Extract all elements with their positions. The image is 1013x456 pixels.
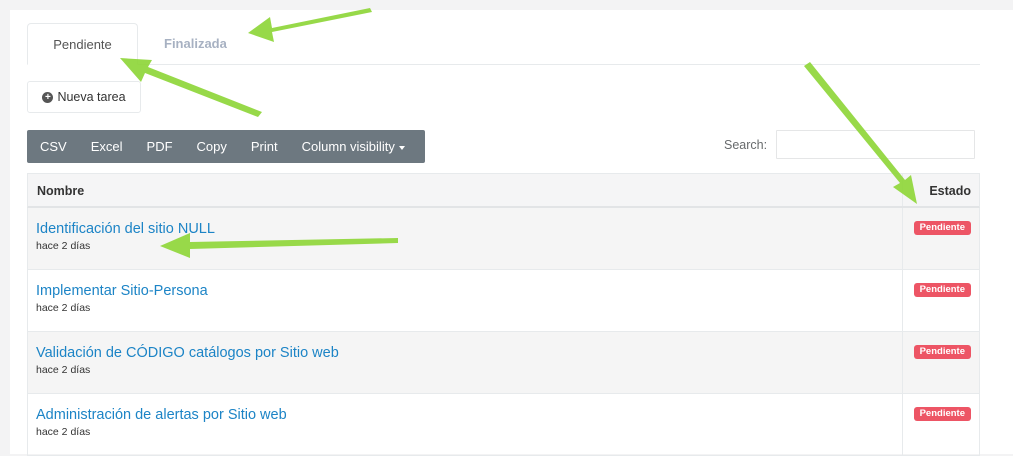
copy-button[interactable]: Copy — [185, 130, 239, 163]
task-link[interactable]: Implementar Sitio-Persona — [36, 283, 208, 299]
status-badge: Pendiente — [913, 283, 971, 297]
task-time: hace 2 días — [36, 364, 91, 376]
status-badge: Pendiente — [913, 221, 971, 235]
task-time: hace 2 días — [36, 426, 91, 438]
task-link[interactable]: Validación de CÓDIGO catálogos por Sitio… — [36, 345, 339, 361]
table-row: Administración de alertas por Sitio web … — [27, 394, 980, 456]
new-task-button[interactable]: + Nueva tarea — [27, 81, 141, 113]
caret-down-icon — [398, 145, 405, 150]
task-link[interactable]: Administración de alertas por Sitio web — [36, 407, 287, 423]
column-divider — [902, 394, 903, 455]
table-row: Implementar Sitio-Persona hace 2 días Pe… — [27, 270, 980, 332]
task-link[interactable]: Identificación del sitio NULL — [36, 221, 215, 237]
content-panel: Pendiente Finalizada + Nueva tarea CSV E… — [10, 10, 1013, 456]
print-button[interactable]: Print — [239, 130, 290, 163]
column-divider — [902, 174, 903, 206]
export-toolbar: CSV Excel PDF Copy Print Column visibili… — [27, 130, 425, 163]
column-divider — [902, 270, 903, 331]
plus-circle-icon: + — [42, 91, 54, 103]
status-badge: Pendiente — [913, 345, 971, 359]
status-badge: Pendiente — [913, 407, 971, 421]
table-row: Identificación del sitio NULL hace 2 día… — [27, 208, 980, 270]
csv-button[interactable]: CSV — [27, 130, 79, 163]
pdf-button[interactable]: PDF — [135, 130, 185, 163]
column-divider — [902, 332, 903, 393]
column-divider — [902, 208, 903, 269]
tasks-table: Nombre Estado Identificación del sitio N… — [27, 173, 980, 456]
tab-finalizada[interactable]: Finalizada — [138, 23, 253, 64]
new-task-label: Nueva tarea — [57, 90, 126, 104]
tab-pendiente[interactable]: Pendiente — [27, 23, 138, 65]
column-visibility-button[interactable]: Column visibility — [290, 130, 417, 163]
table-row: Validación de CÓDIGO catálogos por Sitio… — [27, 332, 980, 394]
task-time: hace 2 días — [36, 240, 91, 252]
column-header-nombre[interactable]: Nombre — [37, 184, 84, 198]
column-header-estado[interactable]: Estado — [929, 184, 971, 198]
task-time: hace 2 días — [36, 302, 91, 314]
search-label: Search: — [724, 138, 768, 152]
column-visibility-label: Column visibility — [301, 139, 395, 154]
search-input[interactable] — [776, 130, 975, 159]
excel-button[interactable]: Excel — [79, 130, 135, 163]
table-header: Nombre Estado — [27, 173, 980, 208]
tab-bar: Pendiente Finalizada — [27, 23, 980, 65]
